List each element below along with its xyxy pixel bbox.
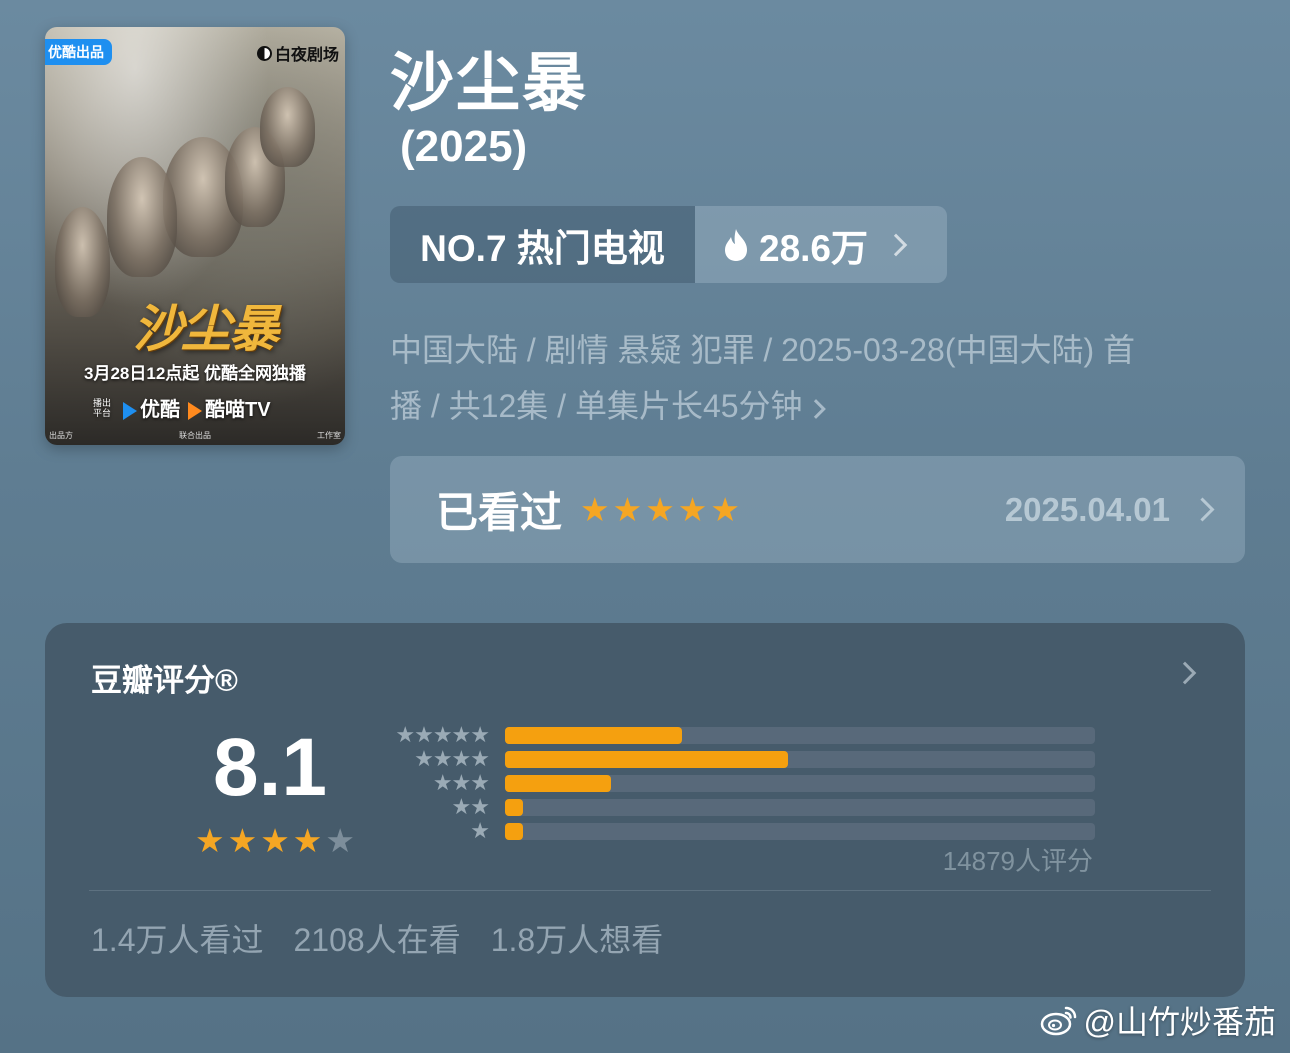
poster-tagline: 3月28日12点起 优酷全网独播 <box>84 364 306 383</box>
youku-badge: 优酷出品 <box>45 39 112 65</box>
credit-left: 出品方 <box>49 431 73 440</box>
douban-score-stars: ★ ★ ★ ★ ★ <box>195 821 355 860</box>
chevron-right-icon[interactable] <box>1173 661 1197 685</box>
star-icon: ★ <box>677 491 708 528</box>
platform-youku: 优酷 <box>123 393 180 422</box>
watched-date: 2025.04.01 <box>1004 490 1170 528</box>
dist-row-2-star: ★★ <box>385 795 1095 819</box>
watermark: @山竹炒番茄 <box>1040 997 1277 1043</box>
poster-figure <box>55 207 110 317</box>
show-title: 沙尘暴 <box>390 47 588 119</box>
baiye-logo-text: 白夜剧场 <box>274 47 339 64</box>
watched-label: 已看过 <box>436 489 563 536</box>
youku-play-icon <box>123 401 137 420</box>
stat-want[interactable]: 1.8万人想看 <box>491 915 664 961</box>
heat-button[interactable]: 28.6万 <box>695 206 947 283</box>
star-empty-icon: ★ <box>325 822 355 859</box>
meta-line-1: 中国大陆 / 剧情 悬疑 犯罪 / 2025-03-28(中国大陆) 首 <box>390 332 1136 368</box>
star-icon: ★ <box>612 491 643 528</box>
chevron-right-icon <box>884 233 908 256</box>
one-star-icon: ★ <box>470 818 490 843</box>
dist-fill <box>505 774 612 792</box>
poster-image[interactable]: 优酷出品 白夜剧场 沙尘暴 3月28日12点起 优酷全网独播 播出平台 优酷 酷… <box>45 27 345 445</box>
poster-title-art: 沙尘暴 <box>133 299 279 358</box>
star-icon: ★ <box>292 822 323 859</box>
poster-credits: 出品方 联合出品 工作室 <box>49 430 341 441</box>
star-icon: ★ <box>260 822 290 859</box>
five-star-icon: ★★★★★ <box>395 722 490 747</box>
platform-label: 播出平台 <box>93 397 112 418</box>
dist-fill <box>505 822 523 840</box>
platform-kumiao: 酷喵TV <box>188 393 271 422</box>
poster-figure <box>260 87 315 167</box>
watched-status-bar[interactable]: 已看过 ★ ★ ★ ★ ★ 2025.04.01 <box>390 456 1245 563</box>
dist-track <box>505 726 1095 744</box>
dist-fill <box>505 750 789 768</box>
chevron-right-icon <box>1190 497 1215 522</box>
poster-figure <box>107 157 177 277</box>
star-icon: ★ <box>227 822 258 859</box>
rank-pill[interactable]: NO.7 热门电视 28.6万 <box>390 206 947 283</box>
baiye-logo: 白夜剧场 <box>256 41 339 65</box>
flame-icon <box>725 228 747 261</box>
dist-track <box>505 774 1095 792</box>
baiye-logo-icon <box>256 45 272 61</box>
dist-track <box>505 822 1095 840</box>
dist-fill <box>505 798 523 816</box>
stat-watching[interactable]: 2108人在看 <box>294 915 461 961</box>
kumiao-play-icon <box>188 401 202 420</box>
douban-rating-title: 豆瓣评分® <box>91 663 238 698</box>
credit-mid: 联合出品 <box>179 431 211 440</box>
dist-track <box>505 750 1095 768</box>
credit-right: 工作室 <box>317 431 341 440</box>
dist-track <box>505 798 1095 816</box>
dist-row-4-star: ★★★★ <box>385 747 1095 771</box>
weibo-icon <box>1040 1006 1076 1036</box>
show-meta[interactable]: 中国大陆 / 剧情 悬疑 犯罪 / 2025-03-28(中国大陆) 首 播 /… <box>390 322 1220 434</box>
star-icon: ★ <box>580 491 610 528</box>
dist-row-1-star: ★ <box>385 819 1095 843</box>
user-rating-stars: ★ ★ ★ ★ ★ <box>580 490 740 529</box>
divider <box>89 890 1211 891</box>
douban-score: 8.1 <box>213 722 327 813</box>
rating-distribution: ★★★★★ ★★★★ ★★★ ★★ ★ <box>385 723 1095 843</box>
watermark-text: @山竹炒番茄 <box>1083 1004 1277 1040</box>
show-year: (2025) <box>400 122 528 171</box>
four-star-icon: ★★★★ <box>414 746 490 771</box>
viewer-stats: 1.4万人看过 2108人在看 1.8万人想看 <box>91 915 663 961</box>
poster-platforms: 播出平台 优酷 酷喵TV <box>93 393 271 422</box>
dist-row-5-star: ★★★★★ <box>385 723 1095 747</box>
chevron-right-icon <box>805 398 826 419</box>
douban-rating-card[interactable]: 豆瓣评分® 8.1 ★ ★ ★ ★ ★ ★★★★★ ★★★★ ★★★ ★★ ★ 1487… <box>45 623 1245 997</box>
rating-count: 14879人评分 <box>942 846 1093 876</box>
star-icon: ★ <box>645 491 675 528</box>
dist-fill <box>505 726 682 744</box>
star-icon: ★ <box>710 491 740 528</box>
heat-value: 28.6万 <box>759 227 869 269</box>
three-star-icon: ★★★ <box>432 770 490 795</box>
dist-row-3-star: ★★★ <box>385 771 1095 795</box>
two-star-icon: ★★ <box>451 794 490 819</box>
star-icon: ★ <box>195 822 225 859</box>
rank-label[interactable]: NO.7 热门电视 <box>390 206 695 283</box>
stat-watched[interactable]: 1.4万人看过 <box>91 915 264 961</box>
meta-line-2: 播 / 共12集 / 单集片长45分钟 <box>390 378 1220 434</box>
